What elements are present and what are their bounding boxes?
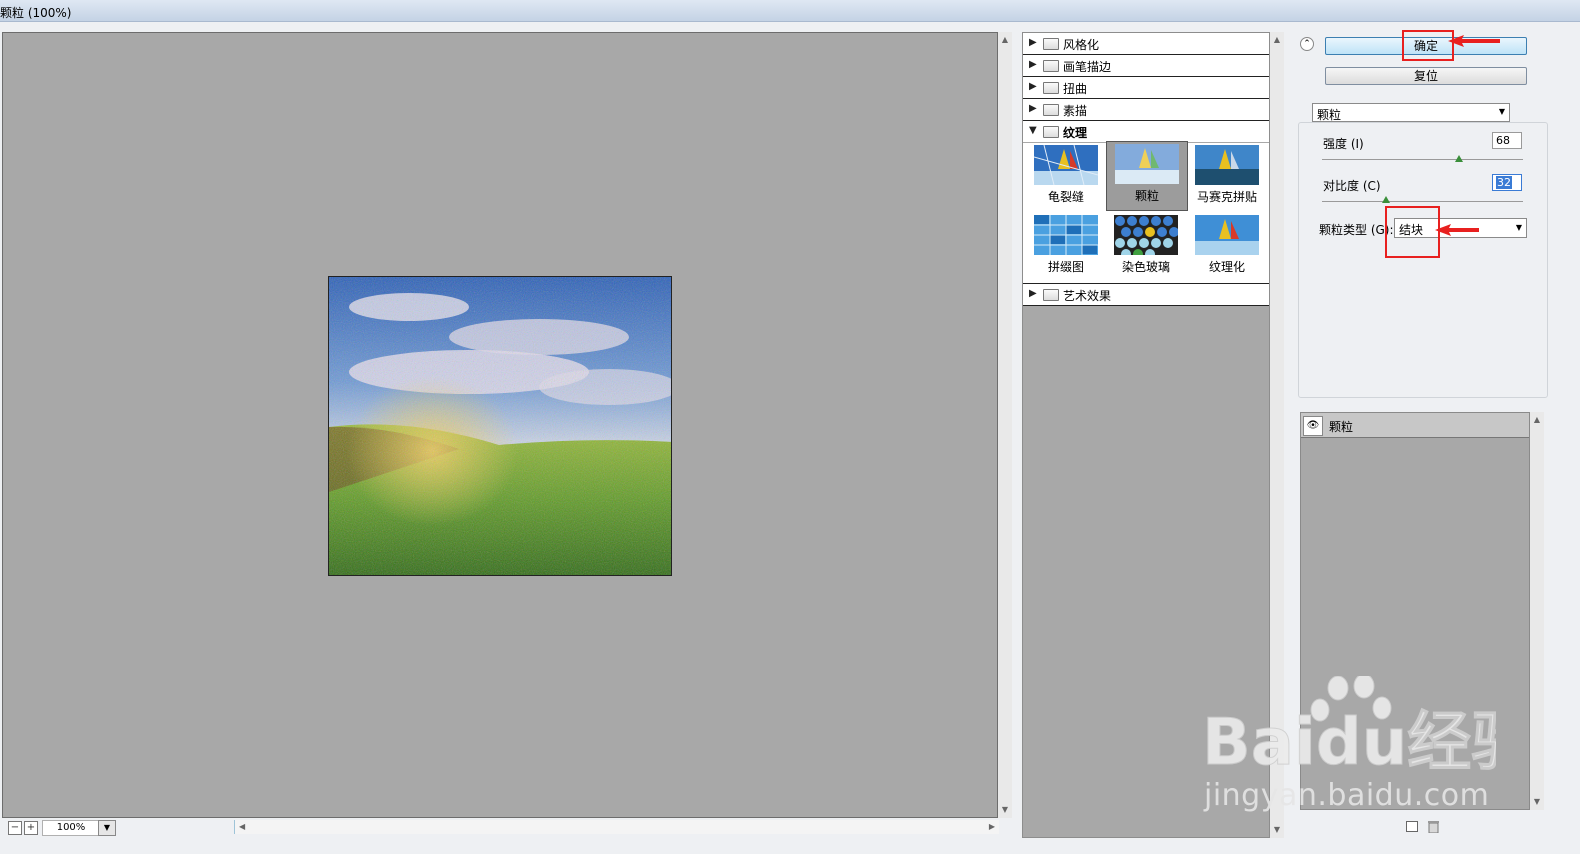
category-artistic[interactable]: ▶ 艺术效果	[1023, 283, 1269, 306]
contrast-label: 对比度 (C)	[1323, 179, 1381, 193]
new-effect-layer-icon[interactable]	[1406, 821, 1418, 832]
category-brush-strokes[interactable]: ▶ 画笔描边	[1023, 55, 1269, 77]
category-stylize[interactable]: ▶ 风格化	[1023, 33, 1269, 55]
contrast-slider-knob[interactable]	[1382, 196, 1391, 203]
contrast-slider-track[interactable]	[1322, 201, 1523, 202]
title-bar: 颗粒 (100%)	[0, 0, 1580, 22]
zoom-dropdown-arrow[interactable]: ▼	[98, 820, 116, 836]
expand-triangle-icon[interactable]: ▶	[1029, 37, 1037, 48]
filter-craquelure[interactable]: 龟裂缝	[1026, 143, 1106, 211]
scroll-down-arrow[interactable]: ▼	[1530, 796, 1544, 808]
collapse-gallery-icon[interactable]: ⌃	[1300, 37, 1314, 51]
folder-icon	[1043, 104, 1059, 116]
category-distort[interactable]: ▶ 扭曲	[1023, 77, 1269, 99]
collapse-triangle-icon[interactable]: ▼	[1029, 125, 1037, 136]
layer-item[interactable]: 👁 颗粒	[1301, 413, 1529, 438]
layers-scrollbar[interactable]: ▲ ▼	[1530, 412, 1544, 810]
texture-filter-grid: 龟裂缝 颗粒 马赛克拼贴 拼缀图 染色玻璃 纹理化	[1023, 141, 1269, 284]
category-texture[interactable]: ▼ 纹理	[1023, 121, 1269, 142]
filter-parameters	[1298, 122, 1548, 398]
expand-triangle-icon[interactable]: ▶	[1029, 81, 1037, 92]
grain-type-label: 颗粒类型 (G):	[1319, 223, 1394, 237]
preview-horizontal-scrollbar[interactable]: ◀ ▶	[234, 820, 999, 834]
scroll-up-arrow[interactable]: ▲	[998, 34, 1012, 46]
category-sketch[interactable]: ▶ 素描	[1023, 99, 1269, 121]
filter-thumbnail	[1034, 215, 1098, 255]
filter-thumbnail	[1115, 144, 1179, 184]
intensity-label: 强度 (I)	[1323, 137, 1364, 151]
intensity-slider-track[interactable]	[1322, 159, 1523, 160]
zoom-bar: − + 100% ▼ ◀ ▶	[2, 818, 1014, 836]
filter-grain[interactable]: 颗粒	[1106, 141, 1188, 211]
folder-icon	[1043, 82, 1059, 94]
filter-thumbnail	[1195, 145, 1259, 185]
preview-image	[328, 276, 672, 576]
contrast-input[interactable]: 32	[1492, 174, 1522, 191]
chevron-down-icon: ▼	[1498, 107, 1505, 116]
annotation-arrow-icon	[1448, 35, 1500, 47]
expand-triangle-icon[interactable]: ▶	[1029, 103, 1037, 114]
baidu-logo: Baidu经验	[1202, 673, 1536, 781]
filter-texturizer[interactable]: 纹理化	[1187, 213, 1267, 281]
scroll-down-arrow[interactable]: ▼	[1270, 824, 1284, 836]
window-title: 颗粒 (100%)	[0, 6, 72, 20]
expand-triangle-icon[interactable]: ▶	[1029, 288, 1037, 299]
folder-icon	[1043, 289, 1059, 301]
preview-vertical-scrollbar[interactable]: ▲ ▼	[998, 32, 1012, 818]
chevron-down-icon: ▼	[1515, 223, 1522, 232]
scroll-up-arrow[interactable]: ▲	[1530, 414, 1544, 426]
filter-type-select[interactable]: 颗粒 ▼	[1312, 103, 1510, 122]
folder-icon	[1043, 60, 1059, 72]
scroll-left-arrow[interactable]: ◀	[239, 822, 245, 831]
intensity-input[interactable]: 68	[1492, 132, 1522, 149]
zoom-out-button[interactable]: −	[8, 821, 22, 835]
trash-icon[interactable]	[1428, 820, 1439, 833]
scroll-right-arrow[interactable]: ▶	[989, 822, 995, 831]
zoom-in-button[interactable]: +	[24, 821, 38, 835]
filter-thumbnail	[1114, 215, 1178, 255]
filter-thumbnail	[1034, 145, 1098, 185]
watermark: Baidu经验 jingyan.baidu.com	[1196, 673, 1536, 816]
annotation-arrow-icon	[1435, 224, 1479, 236]
zoom-level-field[interactable]: 100%	[42, 820, 100, 836]
scroll-down-arrow[interactable]: ▼	[998, 804, 1012, 816]
annotation-highlight-ok	[1402, 30, 1454, 61]
eye-icon[interactable]: 👁	[1303, 416, 1323, 436]
svg-text:Baidu经验: Baidu经验	[1202, 706, 1496, 776]
expand-triangle-icon[interactable]: ▶	[1029, 59, 1037, 70]
annotation-highlight-grain-type	[1385, 206, 1440, 258]
reset-button[interactable]: 复位	[1325, 67, 1527, 85]
folder-open-icon	[1043, 126, 1059, 138]
filter-thumbnail	[1195, 215, 1259, 255]
filter-mosaic-tiles[interactable]: 马赛克拼贴	[1187, 143, 1267, 211]
filter-patchwork[interactable]: 拼缀图	[1026, 213, 1106, 281]
intensity-slider-knob[interactable]	[1454, 155, 1463, 162]
folder-icon	[1043, 38, 1059, 50]
watermark-url: jingyan.baidu.com	[1204, 778, 1490, 813]
scroll-up-arrow[interactable]: ▲	[1270, 34, 1284, 46]
filter-stained-glass[interactable]: 染色玻璃	[1106, 213, 1186, 281]
